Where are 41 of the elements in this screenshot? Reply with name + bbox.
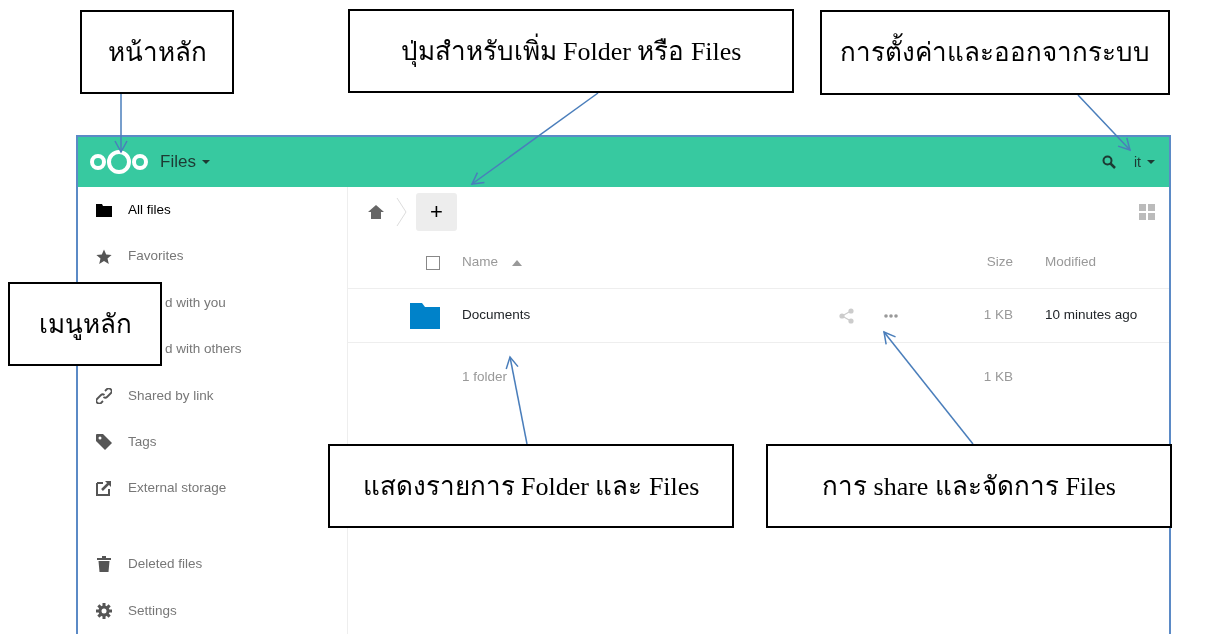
grid-view-icon[interactable] bbox=[1139, 204, 1155, 220]
callout-tooltip: ปุ่มสำหรับเพิ่ม Folder หรือ Files bbox=[348, 9, 794, 93]
star-icon bbox=[96, 248, 112, 265]
folder-icon bbox=[410, 302, 440, 329]
column-header[interactable]: Name bbox=[462, 252, 498, 273]
sidebar-item[interactable]: Settings bbox=[78, 587, 347, 634]
more-actions-icon[interactable] bbox=[884, 313, 898, 318]
callout-tooltip: การตั้งค่าและออกจากระบบ bbox=[820, 10, 1170, 95]
sidebar-item[interactable]: All files bbox=[78, 187, 347, 234]
new-button[interactable]: + bbox=[416, 193, 457, 231]
breadcrumb-divider-icon bbox=[396, 197, 408, 227]
sidebar-item[interactable]: Shared by link bbox=[78, 372, 347, 419]
callout-tooltip: หน้าหลัก bbox=[80, 10, 234, 94]
select-all-checkbox[interactable] bbox=[426, 255, 440, 270]
user-menu[interactable]: it bbox=[1134, 151, 1141, 173]
tag-icon bbox=[96, 434, 112, 451]
callout-arrow bbox=[114, 93, 128, 153]
modified-time: 10 minutes ago bbox=[1045, 307, 1138, 323]
caret-icon bbox=[1147, 160, 1155, 164]
column-header[interactable]: Size bbox=[986, 254, 1013, 270]
callout-tooltip: การ share และจัดการ Files bbox=[766, 444, 1172, 528]
caret-icon bbox=[201, 160, 210, 164]
external-link-icon bbox=[96, 480, 112, 497]
gear-icon bbox=[96, 602, 112, 619]
app-name-menu[interactable]: Files bbox=[160, 149, 196, 175]
total-size: 1 KB bbox=[983, 368, 1013, 384]
callout-arrow bbox=[1077, 94, 1131, 151]
sidebar-item[interactable]: Favorites bbox=[78, 233, 347, 280]
callout-tooltip: แสดงรายการ Folder และ Files bbox=[328, 444, 734, 528]
trash-icon bbox=[96, 556, 112, 573]
column-header[interactable]: Modified bbox=[1045, 254, 1097, 270]
folder-count: 1 folder bbox=[462, 368, 508, 384]
file-size: 1 KB bbox=[983, 307, 1013, 323]
logo-icon bbox=[88, 149, 150, 175]
callout-tooltip: เมนูหลัก bbox=[8, 282, 162, 366]
file-name[interactable]: Documents bbox=[462, 307, 531, 323]
sidebar-item[interactable]: Deleted files bbox=[78, 541, 347, 588]
search-icon[interactable] bbox=[1102, 155, 1116, 169]
home-icon[interactable] bbox=[368, 205, 384, 219]
folder-icon bbox=[96, 202, 112, 219]
link-icon bbox=[96, 387, 112, 404]
